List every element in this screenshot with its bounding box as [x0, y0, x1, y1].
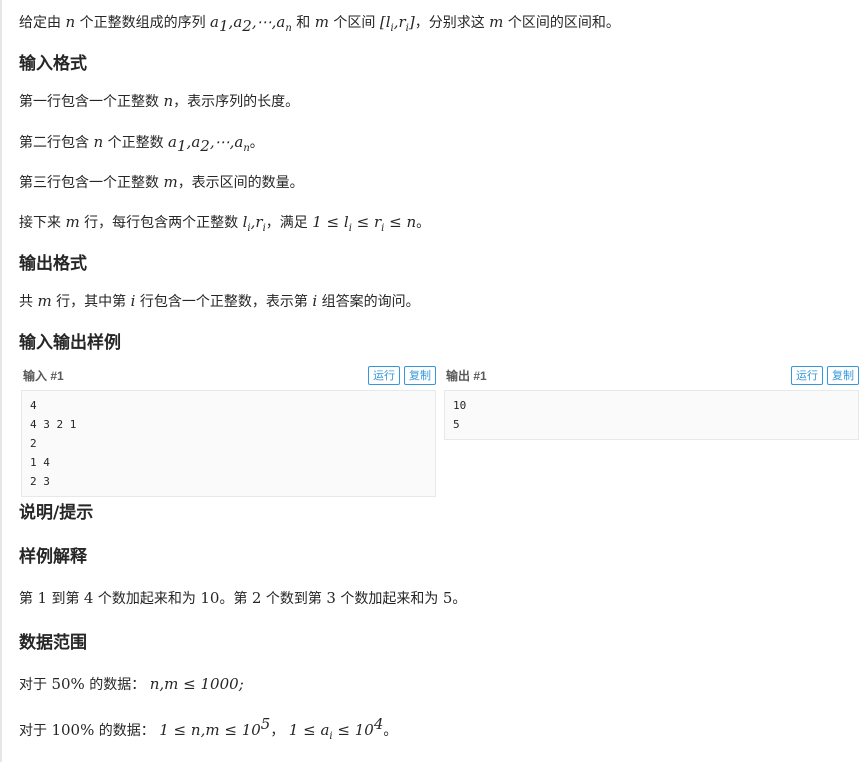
input-format-line-3: 第三行包含一个正整数 m，表示区间的数量。: [19, 173, 304, 191]
math-sequence: a1,a2,⋯,an: [210, 13, 292, 35]
copy-button[interactable]: 复制: [827, 366, 859, 385]
data-range-heading: 数据范围: [19, 633, 87, 653]
output-format-line: 共 m 行，其中第 i 行包含一个正整数，表示第 i 组答案的询问。: [19, 292, 420, 310]
copy-button[interactable]: 复制: [404, 366, 436, 385]
desc-text: 个正整数组成的序列: [79, 15, 206, 31]
data-range-line-1: 对于 50% 的数据： n,m ≤ 1000;: [19, 675, 244, 693]
sample-explanation-heading: 样例解释: [19, 547, 87, 567]
sample-input-title: 输入 #1: [23, 369, 64, 383]
sample-explanation-text: 第 1 到第 4 个数加起来和为 10。第 2 个数到第 3 个数加起来和为 5…: [19, 589, 467, 607]
data-range-line-2: 对于 100% 的数据： 1 ≤ n,m ≤ 105， 1 ≤ ai ≤ 104…: [19, 715, 398, 742]
sample-input-code[interactable]: 4 4 3 2 1 2 1 4 2 3: [21, 390, 436, 497]
desc-text: 个区间: [333, 15, 376, 31]
input-format-line-1: 第一行包含一个正整数 n，表示序列的长度。: [19, 92, 300, 110]
desc-text: 个区间的区间和。: [507, 15, 620, 31]
sample-output-code[interactable]: 10 5: [444, 390, 859, 440]
math-interval: [li,ri]: [379, 13, 415, 34]
samples-heading: 输入输出样例: [19, 333, 121, 353]
math-n: n: [65, 13, 76, 31]
math-m: m: [314, 13, 329, 31]
input-format-heading: 输入格式: [19, 54, 87, 74]
samples-container: 输入 #1 运行 复制 4 4 3 2 1 2 1 4 2 3 输出 #1 运行…: [21, 364, 861, 497]
output-format-heading: 输出格式: [19, 254, 87, 274]
sample-input: 输入 #1 运行 复制 4 4 3 2 1 2 1 4 2 3: [21, 364, 436, 497]
hint-heading: 说明/提示: [19, 503, 94, 523]
desc-text: 和: [296, 15, 311, 31]
sample-output-title: 输出 #1: [446, 369, 487, 383]
desc-text: ，分别求这: [414, 15, 485, 31]
math-m: m: [489, 13, 504, 31]
problem-page: 给定由 n 个正整数组成的序列 a1,a2,⋯,an 和 m 个区间 [li,r…: [0, 0, 866, 762]
input-format-line-2: 第二行包含 n 个正整数 a1,a2,⋯,an。: [19, 133, 264, 155]
input-format-line-4: 接下来 m 行，每行包含两个正整数 li,ri，满足 1 ≤ li ≤ ri ≤…: [19, 213, 431, 234]
run-button[interactable]: 运行: [791, 366, 823, 385]
desc-text: 给定由: [19, 15, 61, 31]
problem-description: 给定由 n 个正整数组成的序列 a1,a2,⋯,an 和 m 个区间 [li,r…: [19, 11, 620, 40]
run-button[interactable]: 运行: [368, 366, 400, 385]
sample-output: 输出 #1 运行 复制 10 5: [444, 364, 859, 440]
